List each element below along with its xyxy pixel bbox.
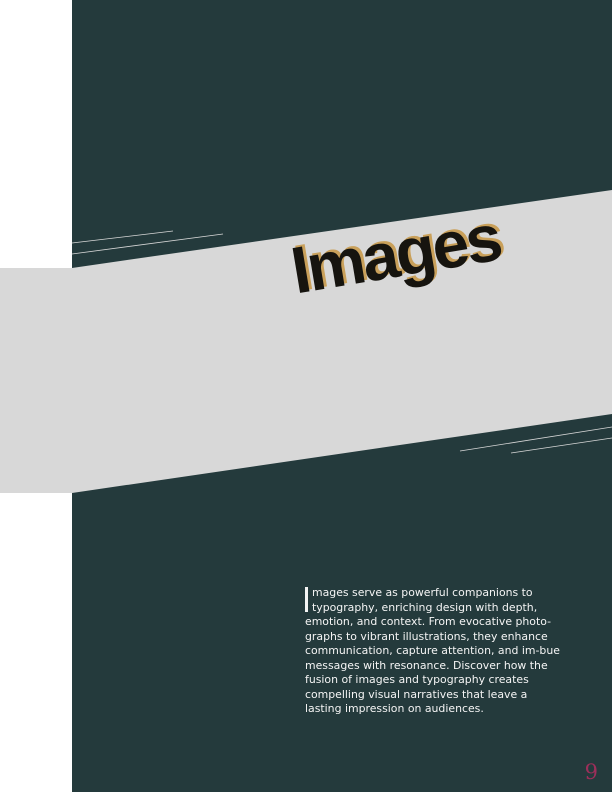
decorative-line — [71, 230, 174, 244]
body-paragraph: mages serve as powerful companions to ty… — [305, 586, 563, 717]
left-gray-block — [0, 268, 72, 493]
page-number: 9 — [584, 760, 598, 784]
drop-cap-bar — [305, 587, 308, 612]
body-paragraph-text: mages serve as powerful companions to ty… — [305, 586, 560, 715]
